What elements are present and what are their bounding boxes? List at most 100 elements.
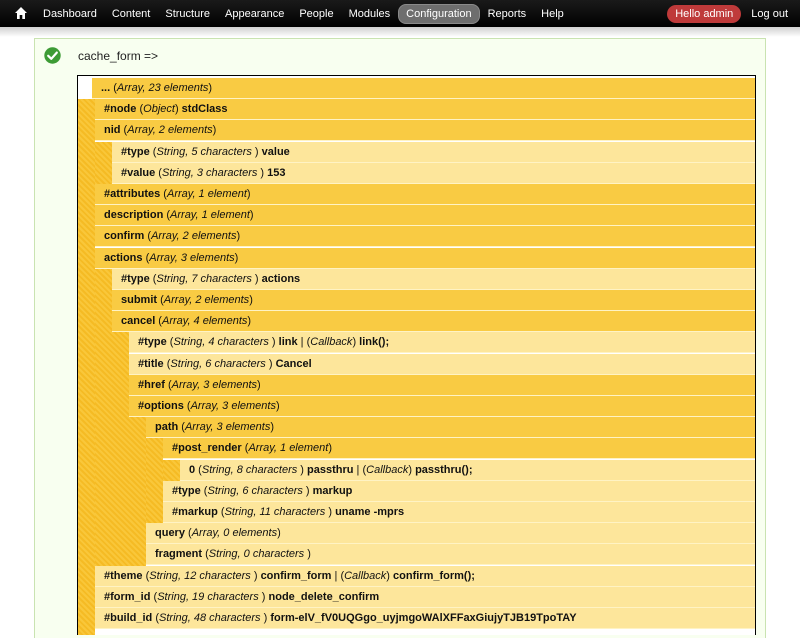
row-value: value bbox=[261, 145, 290, 158]
row-type: String, 3 characters bbox=[161, 166, 261, 179]
nesting-bar bbox=[78, 99, 95, 635]
row-value: stdClass bbox=[181, 103, 228, 116]
row-key: #attributes bbox=[104, 188, 161, 200]
krumo-row[interactable]: #markup (String, 11 characters ) uname -… bbox=[163, 502, 755, 523]
krumo-row[interactable]: #post_render (Array, 1 element) bbox=[163, 438, 755, 460]
status-message: cache_form => ... (Array, 23 elements) #n… bbox=[34, 38, 766, 638]
row-key: #markup bbox=[172, 506, 218, 518]
row-value: Cancel bbox=[275, 357, 312, 370]
krumo-row[interactable]: #value (String, 3 characters ) 153 bbox=[112, 162, 755, 184]
row-key: #build_id bbox=[104, 612, 153, 624]
row-type: String, 6 characters bbox=[170, 357, 269, 370]
row-key: query bbox=[155, 527, 185, 540]
krumo-row[interactable]: #node (Object) stdClass bbox=[95, 99, 755, 121]
callback-label: Callback bbox=[310, 336, 353, 349]
krumo-row[interactable]: #type (String, 6 characters ) markup bbox=[163, 480, 755, 502]
row-value: form-elV_fV0UQGgo_uyjmgoWAlXFFaxGiujyTJB… bbox=[270, 612, 577, 624]
nesting-bar bbox=[95, 268, 112, 566]
toolbar-item-appearance[interactable]: Appearance bbox=[218, 5, 291, 23]
toolbar-item-content[interactable]: Content bbox=[105, 5, 158, 23]
krumo-row[interactable]: 0 (String, 8 characters ) passthru | (Ca… bbox=[180, 459, 755, 481]
admin-toolbar: Dashboard Content Structure Appearance Peopl… bbox=[0, 0, 800, 27]
toolbar-item-modules[interactable]: Modules bbox=[342, 5, 398, 23]
row-type: String, 8 characters bbox=[201, 463, 301, 476]
row-key: fragment bbox=[155, 548, 203, 561]
krumo-row[interactable]: fragment (String, 0 characters ) bbox=[146, 544, 755, 566]
krumo-tree: ... (Array, 23 elements) #node (Object) s… bbox=[77, 75, 756, 635]
row-key: #href bbox=[138, 378, 165, 391]
callback-value: confirm_form(); bbox=[393, 569, 475, 582]
row-type: String, 4 characters bbox=[173, 336, 272, 349]
row-type: String, 6 characters bbox=[207, 484, 306, 497]
callback-label: Callback bbox=[366, 463, 409, 476]
row-type: String, 12 characters bbox=[149, 569, 254, 582]
krumo-row[interactable]: nid (Array, 2 elements) bbox=[95, 120, 755, 142]
logout-link[interactable]: Log out bbox=[751, 8, 788, 20]
krumo-row[interactable]: #attributes (Array, 1 element) bbox=[95, 184, 755, 205]
krumo-row[interactable]: description (Array, 1 element) bbox=[95, 205, 755, 227]
row-value: actions bbox=[261, 272, 301, 285]
row-type: Array, 2 elements bbox=[127, 124, 213, 137]
krumo-row[interactable]: submit (Array, 2 elements) bbox=[112, 290, 755, 311]
row-value: node_delete_confirm bbox=[268, 590, 380, 603]
row-type: String, 7 characters bbox=[156, 272, 255, 285]
row-key: #value bbox=[121, 166, 156, 179]
hello-admin-link[interactable]: Hello admin bbox=[667, 4, 742, 23]
nesting-bar bbox=[146, 438, 163, 524]
row-key: description bbox=[104, 209, 164, 222]
toolbar-item-people[interactable]: People bbox=[292, 5, 340, 23]
callback-value: link(); bbox=[359, 336, 390, 349]
row-key: submit bbox=[121, 294, 158, 306]
row-key: #type bbox=[121, 145, 150, 158]
row-key: confirm bbox=[104, 230, 145, 243]
row-value: uname -mprs bbox=[335, 506, 405, 518]
row-type: String, 19 characters bbox=[157, 590, 262, 603]
home-icon[interactable] bbox=[14, 6, 28, 20]
krumo-row[interactable]: actions (Array, 3 elements) bbox=[95, 247, 755, 269]
krumo-row[interactable]: #type (String, 7 characters ) actions bbox=[112, 268, 755, 290]
nesting-bar bbox=[95, 141, 112, 184]
krumo-row[interactable]: confirm (Array, 2 elements) bbox=[95, 226, 755, 248]
toolbar-item-help[interactable]: Help bbox=[534, 5, 571, 23]
row-type: Array, 1 element bbox=[248, 442, 329, 455]
krumo-row[interactable]: #type (String, 4 characters ) link | (Ca… bbox=[129, 332, 755, 354]
krumo-row[interactable]: #href (Array, 3 elements) bbox=[129, 374, 755, 396]
krumo-row[interactable]: #type (String, 5 characters ) value bbox=[112, 141, 755, 163]
krumo-row[interactable]: #form_id (String, 19 characters ) node_d… bbox=[95, 586, 755, 608]
row-value: confirm_form bbox=[260, 569, 332, 582]
row-value: link bbox=[278, 336, 298, 349]
toolbar-user: Hello admin Log out bbox=[667, 0, 788, 27]
krumo-row[interactable]: cancel (Array, 4 elements) bbox=[112, 311, 755, 333]
krumo-row[interactable]: #build_id (String, 48 characters ) form-… bbox=[95, 608, 755, 629]
row-key: #type bbox=[121, 272, 150, 285]
row-key: #theme bbox=[104, 569, 143, 582]
row-type: Array, 4 elements bbox=[161, 315, 248, 328]
toolbar-item-reports[interactable]: Reports bbox=[481, 5, 534, 23]
row-type: Array, 2 elements bbox=[163, 294, 250, 306]
toolbar-item-structure[interactable]: Structure bbox=[158, 5, 217, 23]
krumo-row[interactable]: ... (Array, 23 elements) bbox=[92, 78, 755, 99]
row-type: Array, 23 elements bbox=[116, 82, 209, 94]
nesting-bar bbox=[129, 417, 146, 566]
toolbar-item-configuration[interactable]: Configuration bbox=[398, 3, 480, 24]
krumo-row[interactable]: #theme (String, 12 characters ) confirm_… bbox=[95, 565, 755, 587]
row-key: #type bbox=[172, 484, 201, 497]
check-circle-icon bbox=[44, 47, 61, 64]
row-type: Array, 3 elements bbox=[149, 251, 235, 264]
row-value: 153 bbox=[267, 166, 286, 179]
row-type: Object bbox=[143, 103, 175, 116]
krumo-row[interactable]: #title (String, 6 characters ) Cancel bbox=[129, 353, 755, 375]
toolbar-item-dashboard[interactable]: Dashboard bbox=[36, 5, 104, 23]
krumo-row[interactable]: path (Array, 3 elements) bbox=[146, 417, 755, 439]
row-key: path bbox=[155, 421, 179, 434]
callback-label: Callback bbox=[344, 569, 387, 582]
row-type: Array, 3 elements bbox=[190, 400, 276, 412]
krumo-row[interactable]: #options (Array, 3 elements) bbox=[129, 396, 755, 417]
row-key: #node bbox=[104, 103, 137, 116]
row-key: #type bbox=[138, 336, 167, 349]
row-type: Array, 1 element bbox=[166, 188, 247, 200]
row-type: String, 0 characters bbox=[208, 548, 308, 561]
row-key: cancel bbox=[121, 315, 156, 328]
toolbar-nav: Dashboard Content Structure Appearance Peopl… bbox=[36, 0, 572, 27]
krumo-row[interactable]: query (Array, 0 elements) bbox=[146, 523, 755, 545]
